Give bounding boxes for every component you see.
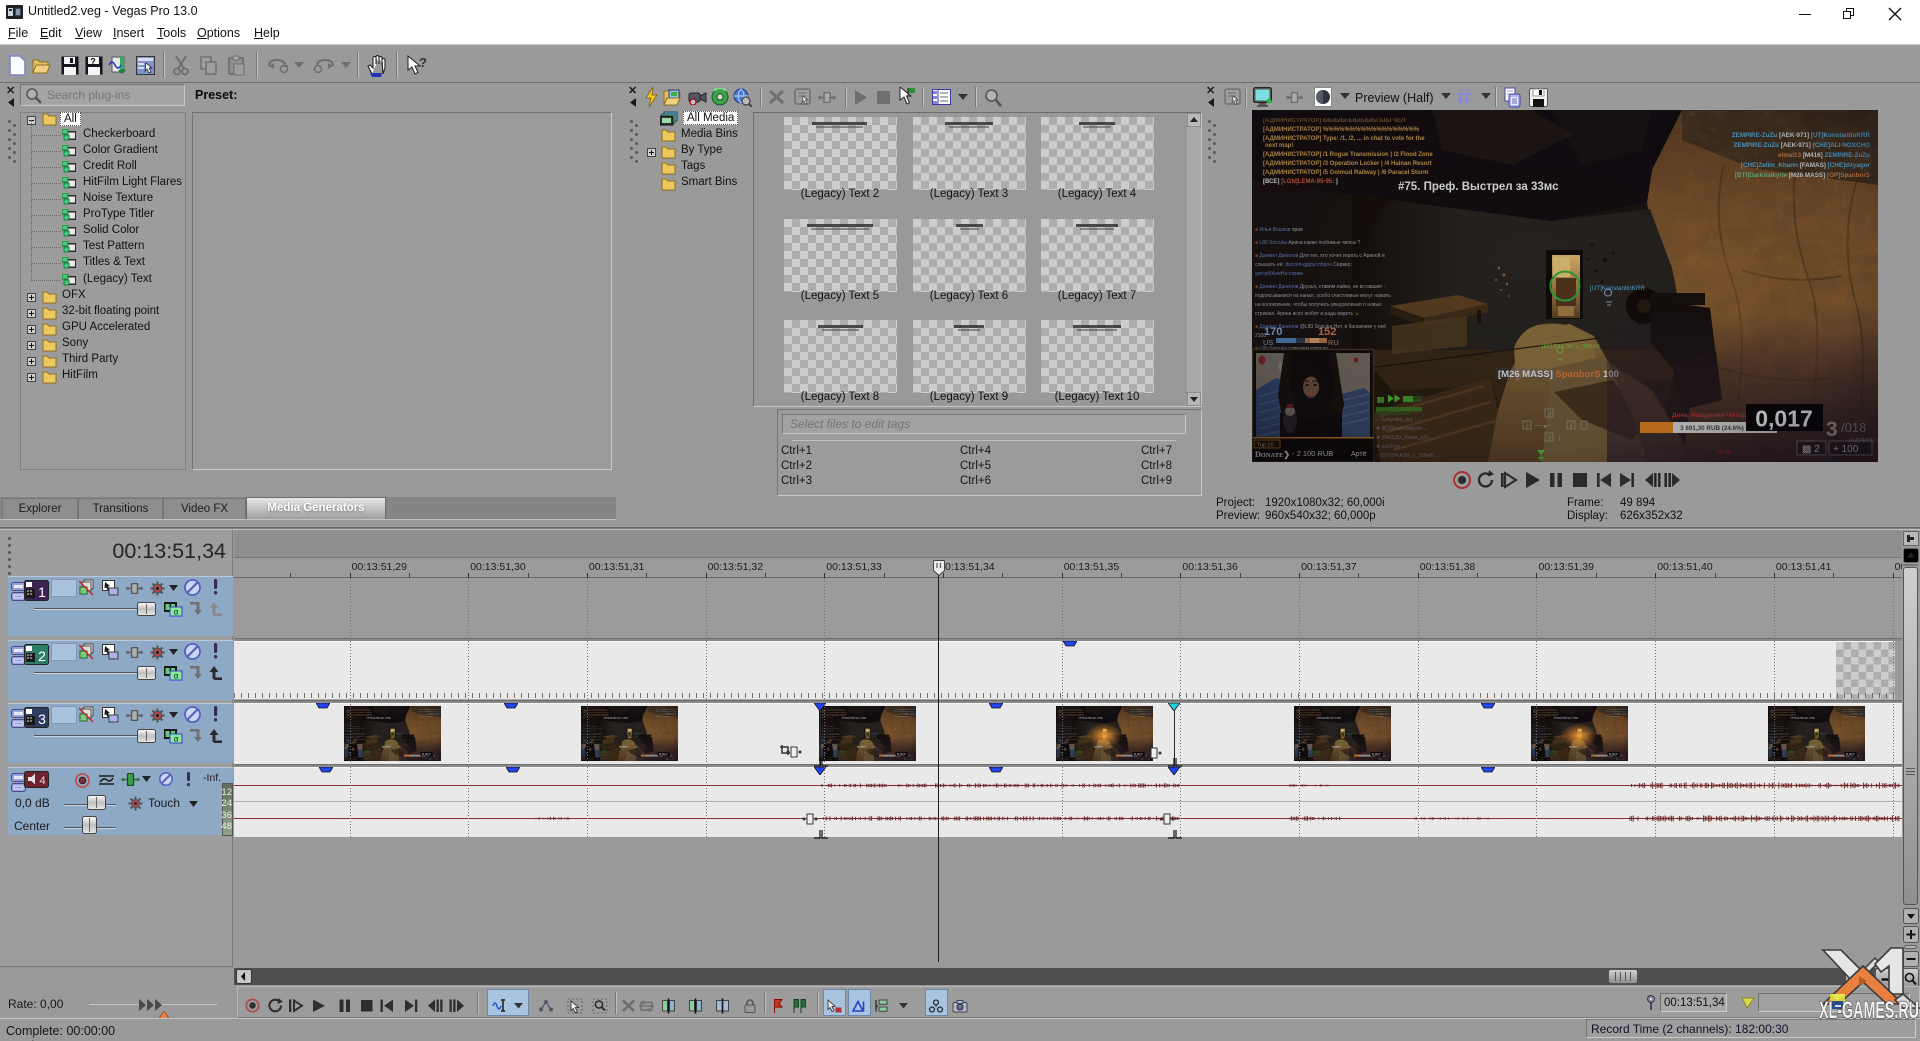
svg-text:XL-GAMES.RU: XL-GAMES.RU [1819,997,1919,1024]
